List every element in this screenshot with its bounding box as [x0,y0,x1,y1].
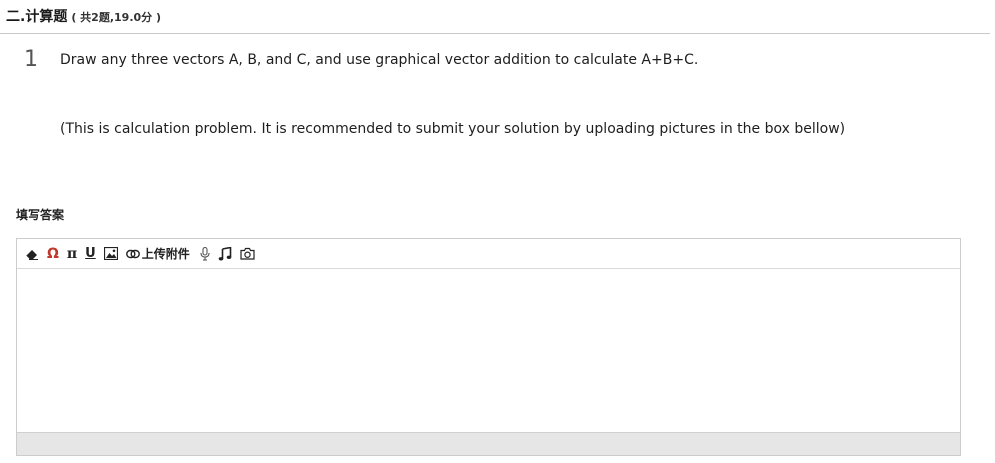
editor-toolbar: Ω π U 上传附件 [17,239,960,269]
answer-editor: Ω π U 上传附件 [16,238,961,456]
link-icon [125,249,140,258]
answer-label: 填写答案 [16,208,65,222]
underline-icon[interactable]: U [85,244,96,264]
question-note: (This is calculation problem. It is reco… [60,121,846,137]
link-attach-button[interactable]: 上传附件 [125,244,190,264]
section-header: 二.计算题 ( 共2题,19.0分 ) [6,6,161,26]
section-title: 二.计算题 [6,9,68,25]
eraser-icon[interactable] [25,244,39,264]
microphone-icon[interactable] [200,244,210,264]
editor-status-bar [17,432,960,455]
camera-icon[interactable] [240,244,255,264]
omega-icon[interactable]: Ω [47,244,59,264]
header-divider [0,33,990,34]
editor-content-area[interactable] [17,269,960,434]
pi-icon[interactable]: π [67,244,77,264]
section-meta: ( 共2题,19.0分 ) [71,11,162,24]
upload-attachment-label: 上传附件 [141,247,190,261]
image-icon[interactable] [103,244,118,264]
question-text: Draw any three vectors A, B, and C, and … [60,52,699,68]
question-number: 1 [24,47,38,72]
music-icon[interactable] [218,244,232,264]
